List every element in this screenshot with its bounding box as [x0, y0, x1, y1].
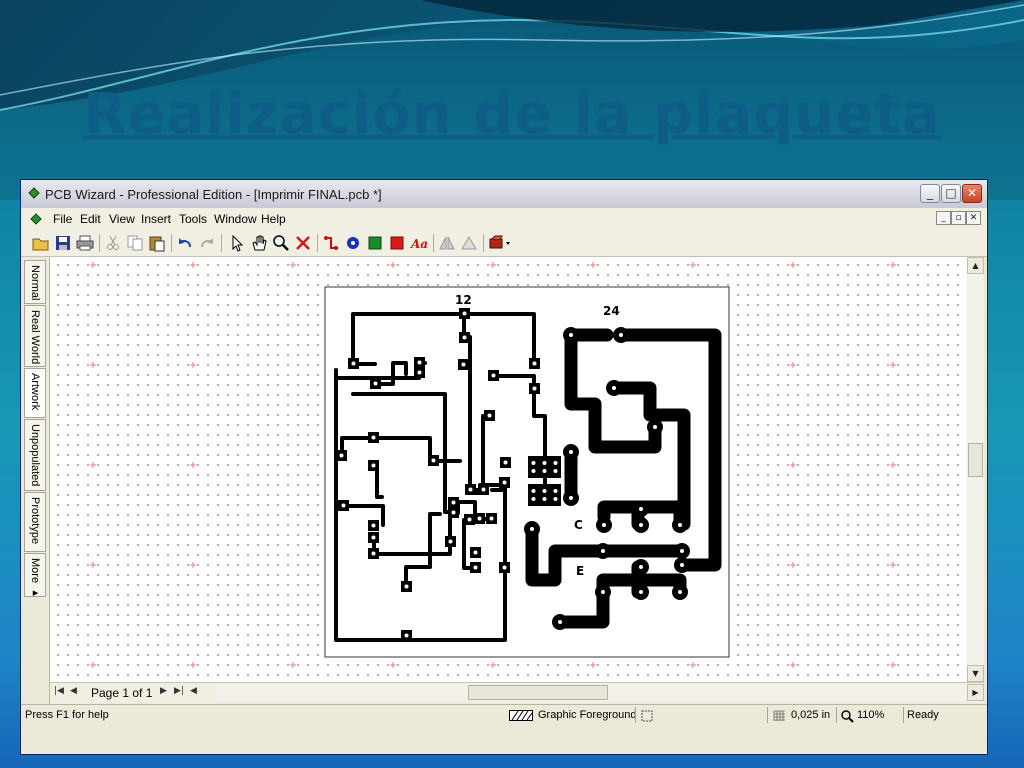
doc-restore-button[interactable]: ▫ [951, 211, 966, 225]
layer-box-icon [641, 710, 653, 722]
mirror-icon[interactable] [437, 233, 457, 253]
toolbar-separator [171, 234, 172, 252]
tab-artwork-label: Artwork [29, 373, 41, 411]
menu-bar: File Edit View Insert Tools Window Help … [21, 208, 987, 230]
tab-normal[interactable]: Normal [24, 260, 46, 304]
scroll-up-button[interactable]: ▲ [967, 257, 984, 274]
toolbar-separator [99, 234, 100, 252]
tab-real-world[interactable]: Real World [24, 305, 46, 367]
zoom-status-icon [841, 710, 854, 723]
toolbar-separator [483, 234, 484, 252]
menu-help[interactable]: Help [261, 212, 286, 226]
minimize-button[interactable]: _ [920, 184, 940, 203]
tab-unpopulated-label: Unpopulated [29, 424, 41, 487]
redo-icon[interactable] [197, 233, 217, 253]
menu-insert[interactable]: Insert [141, 212, 171, 226]
toolbar-separator [317, 234, 318, 252]
tab-artwork[interactable]: Artwork [24, 368, 46, 418]
window-title: PCB Wizard - Professional Edition - [Imp… [45, 187, 382, 202]
cut-icon[interactable] [103, 233, 123, 253]
tab-more[interactable]: More ▸ [24, 553, 46, 600]
doc-close-button[interactable]: ✕ [966, 211, 981, 225]
ready-status: Ready [907, 709, 939, 721]
toolbar-separator [221, 234, 222, 252]
tab-normal-label: Normal [29, 265, 41, 301]
view-tabs: Normal Real World Artwork Unpopulated Pr… [21, 257, 50, 704]
menu-file[interactable]: File [53, 212, 72, 226]
print-icon[interactable] [75, 233, 95, 253]
app-icon [28, 187, 40, 199]
close-button[interactable]: ✕ [962, 184, 982, 203]
zoom-icon[interactable] [271, 233, 291, 253]
pcb-wizard-window: PCB Wizard - Professional Edition - [Imp… [20, 179, 988, 755]
pcb-layout: 12 24 C E [90, 262, 896, 668]
paste-icon[interactable] [147, 233, 167, 253]
zoom-status[interactable]: 110% [857, 709, 884, 721]
board-outline [324, 286, 730, 658]
board-label-e: E [576, 564, 584, 578]
svg-text:Aa: Aa [410, 237, 428, 251]
status-separator [635, 707, 636, 723]
horizontal-scrollbar[interactable]: ▶ [216, 684, 984, 701]
scroll-right-button[interactable]: ▶ [967, 684, 984, 701]
title-bar[interactable]: PCB Wizard - Professional Edition - [Imp… [21, 180, 987, 208]
text-tool-icon[interactable]: Aa [409, 233, 429, 253]
flip-icon[interactable] [459, 233, 479, 253]
save-icon[interactable] [53, 233, 73, 253]
status-separator [767, 707, 768, 723]
status-separator [903, 707, 904, 723]
board-label-24: 24 [603, 304, 620, 318]
first-page-icon[interactable]: |◀ [54, 686, 64, 696]
rectangle-icon[interactable] [387, 233, 407, 253]
layer-status[interactable]: Graphic Foreground [538, 709, 636, 721]
doc-minimize-button[interactable]: _ [936, 211, 951, 225]
copper-block-icon[interactable] [365, 233, 385, 253]
scroll-left-small-icon[interactable]: ◀ [190, 686, 197, 696]
pad-icon[interactable] [343, 233, 363, 253]
tab-more-label: More ▸ [29, 558, 41, 600]
slide-title: Realización de la plaqueta [83, 82, 941, 147]
select-arrow-icon[interactable] [227, 233, 247, 253]
delete-icon[interactable] [293, 233, 313, 253]
tab-real-world-label: Real World [29, 310, 41, 365]
page-label: Page 1 of 1 [91, 686, 153, 700]
track-icon[interactable] [321, 233, 341, 253]
grid-status[interactable]: 0,025 in [791, 709, 830, 721]
scroll-down-button[interactable]: ▼ [967, 665, 984, 682]
help-hint: Press F1 for help [25, 709, 109, 721]
status-separator [836, 707, 837, 723]
open-icon[interactable] [31, 233, 51, 253]
tab-prototype-label: Prototype [29, 497, 41, 545]
previous-page-icon[interactable]: ◀ [70, 686, 77, 696]
pan-hand-icon[interactable] [249, 233, 269, 253]
board-label-c: C [574, 518, 583, 532]
vertical-scroll-thumb[interactable] [968, 443, 983, 477]
board-canvas[interactable]: 12 24 C E [50, 257, 967, 682]
tab-unpopulated[interactable]: Unpopulated [24, 419, 46, 491]
document-icon [30, 213, 42, 225]
menu-view[interactable]: View [109, 212, 135, 226]
layer-hatch-icon [509, 710, 533, 721]
maximize-button[interactable]: □ [941, 184, 961, 203]
toolbar: Aa [21, 230, 987, 257]
component-icon[interactable] [487, 233, 513, 253]
menu-tools[interactable]: Tools [179, 212, 207, 226]
vertical-scrollbar[interactable]: ▲ ▼ [967, 257, 984, 682]
last-page-icon[interactable]: ▶| [174, 686, 184, 696]
status-bar: Press F1 for help Graphic Foreground 0,0… [21, 704, 987, 725]
page-navigation-bar: |◀ ◀ Page 1 of 1 ▶ ▶| ◀ ▶ [50, 682, 984, 703]
board-label-12: 12 [455, 293, 472, 307]
menu-window[interactable]: Window [214, 212, 257, 226]
next-page-icon[interactable]: ▶ [160, 686, 167, 696]
grid-icon [773, 710, 785, 721]
menu-edit[interactable]: Edit [80, 212, 101, 226]
undo-icon[interactable] [175, 233, 195, 253]
copy-icon[interactable] [125, 233, 145, 253]
horizontal-scroll-thumb[interactable] [468, 685, 608, 700]
toolbar-separator [433, 234, 434, 252]
tab-prototype[interactable]: Prototype [24, 492, 46, 552]
